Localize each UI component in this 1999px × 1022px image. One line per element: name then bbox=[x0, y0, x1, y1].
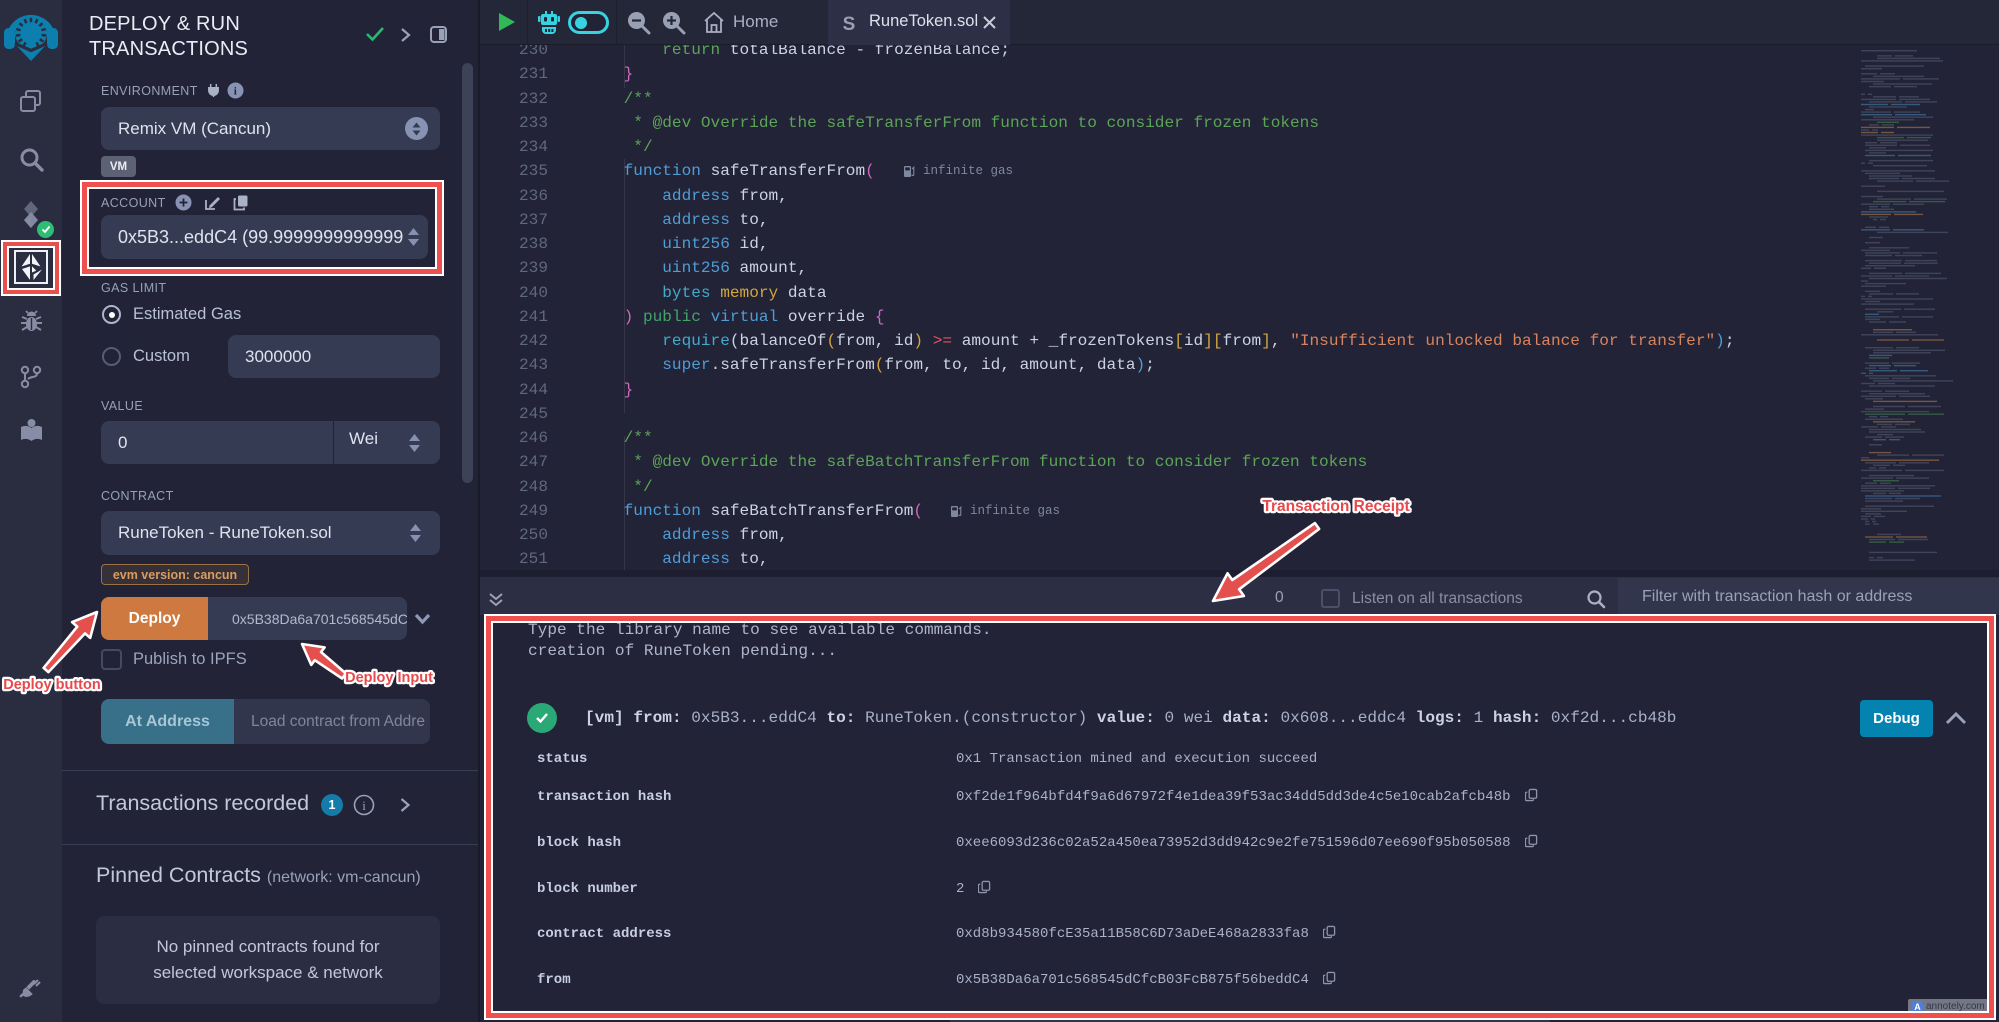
svg-text:S: S bbox=[843, 14, 856, 35]
svg-text:i: i bbox=[362, 798, 366, 813]
svg-text:i: i bbox=[234, 85, 237, 97]
